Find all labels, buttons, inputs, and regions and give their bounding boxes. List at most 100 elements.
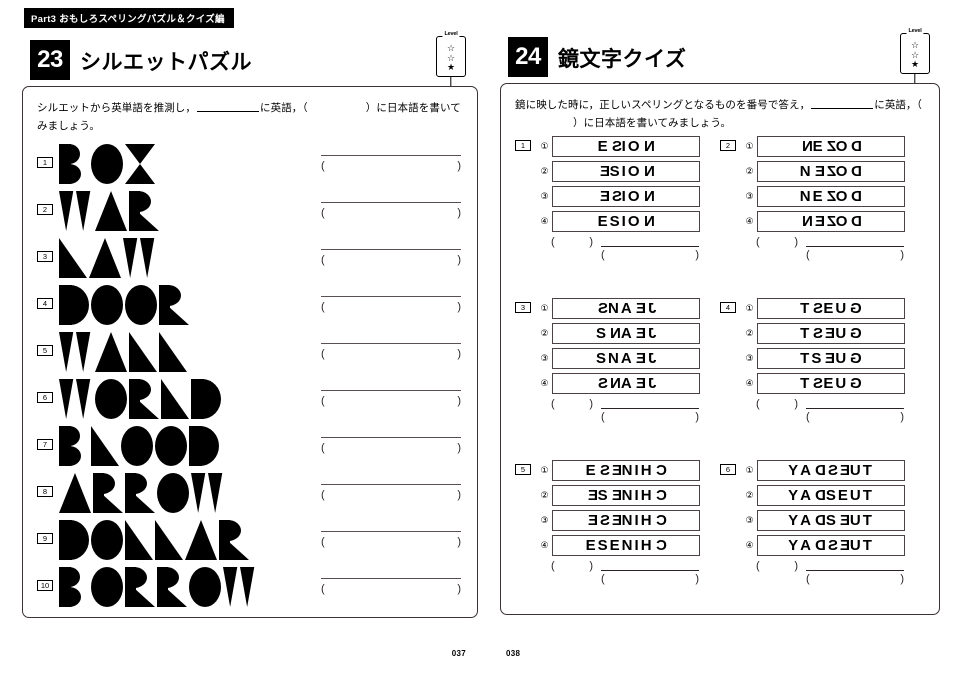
mirror-text-box[interactable]: ESION bbox=[552, 161, 700, 182]
japanese-answer-parens[interactable]: ( ) bbox=[321, 489, 461, 501]
english-answer-line[interactable] bbox=[321, 342, 461, 344]
option-row[interactable]: ② ESENIHC bbox=[537, 485, 718, 506]
option-row[interactable]: ② NEZOD bbox=[742, 161, 923, 182]
english-answer-line[interactable] bbox=[601, 237, 699, 247]
mirror-text-box[interactable]: ESION bbox=[552, 186, 700, 207]
japanese-answer-parens[interactable]: ( ) bbox=[321, 348, 461, 360]
option-row[interactable]: ① SNAEJ bbox=[537, 298, 718, 319]
paren-close: ) bbox=[900, 411, 904, 423]
japanese-answer-parens[interactable]: ( ) bbox=[601, 573, 699, 585]
mirror-text-box[interactable]: YADSEUT bbox=[757, 485, 905, 506]
mirror-text-box[interactable]: TSEUG bbox=[757, 348, 905, 369]
option-row[interactable]: ③ TSEUG bbox=[742, 348, 923, 369]
option-row[interactable]: ④ SNAEJ bbox=[537, 373, 718, 394]
option-row[interactable]: ④ TSEUG bbox=[742, 373, 923, 394]
japanese-answer-parens[interactable]: ( ) bbox=[806, 249, 904, 261]
english-answer-line[interactable] bbox=[321, 577, 461, 579]
english-answer-line[interactable] bbox=[601, 399, 699, 409]
japanese-answer-parens[interactable]: ( ) bbox=[806, 573, 904, 585]
option-number: ① bbox=[540, 465, 549, 475]
english-answer-line[interactable] bbox=[806, 561, 904, 571]
mirror-text-box[interactable]: SNAEJ bbox=[552, 373, 700, 394]
selection-parens[interactable]: ( ) bbox=[551, 236, 593, 248]
mirror-text-box[interactable]: ESENIHC bbox=[552, 460, 700, 481]
mirror-text-box[interactable]: SNAEJ bbox=[552, 323, 700, 344]
english-answer-line[interactable] bbox=[806, 399, 904, 409]
selection-parens[interactable]: ( ) bbox=[551, 398, 593, 410]
option-row[interactable]: ④ NEZOD bbox=[742, 211, 923, 232]
problem-number: 4 bbox=[37, 298, 53, 309]
silhouette-word-war bbox=[59, 189, 317, 231]
mirror-text-box[interactable]: TSEUG bbox=[757, 298, 905, 319]
english-answer-line[interactable] bbox=[321, 530, 461, 532]
mirror-text-box[interactable]: ESION bbox=[552, 211, 700, 232]
mirror-text-box[interactable]: ESENIHC bbox=[552, 485, 700, 506]
option-row[interactable]: ③ ESENIHC bbox=[537, 510, 718, 531]
option-row[interactable]: ③ ESION bbox=[537, 186, 718, 207]
option-row[interactable]: ③ YADSEUT bbox=[742, 510, 923, 531]
english-answer-line[interactable] bbox=[321, 389, 461, 391]
mirror-text-box[interactable]: ESENIHC bbox=[552, 510, 700, 531]
silhouette-row: 6 ( ) bbox=[37, 374, 463, 421]
japanese-answer-parens[interactable]: ( ) bbox=[601, 249, 699, 261]
selection-parens[interactable]: ( ) bbox=[551, 560, 593, 572]
english-answer-line[interactable] bbox=[321, 295, 461, 297]
option-row[interactable]: ② TSEUG bbox=[742, 323, 923, 344]
option-row[interactable]: ④ ESION bbox=[537, 211, 718, 232]
mirror-text-box[interactable]: SNAEJ bbox=[552, 348, 700, 369]
japanese-answer-parens[interactable]: ( ) bbox=[806, 411, 904, 423]
option-row[interactable]: ② YADSEUT bbox=[742, 485, 923, 506]
silhouette-glyph-L bbox=[155, 519, 183, 560]
mirror-letter-Z: Z bbox=[824, 212, 836, 230]
mirror-text-box[interactable]: NEZOD bbox=[757, 211, 905, 232]
japanese-answer-parens[interactable]: ( ) bbox=[321, 207, 461, 219]
option-row[interactable]: ① ESION bbox=[537, 136, 718, 157]
japanese-answer-parens[interactable]: ( ) bbox=[321, 583, 461, 595]
english-answer-line[interactable] bbox=[321, 248, 461, 250]
mirror-text-box[interactable]: NEZOD bbox=[757, 161, 905, 182]
mirror-letter-U: U bbox=[849, 511, 863, 529]
silhouette-glyph-R bbox=[129, 190, 159, 231]
english-answer-line[interactable] bbox=[601, 561, 699, 571]
japanese-answer-parens[interactable]: ( ) bbox=[321, 536, 461, 548]
mirror-text-box[interactable]: ESION bbox=[552, 136, 700, 157]
option-row[interactable]: ② ESION bbox=[537, 161, 718, 182]
option-row[interactable]: ② SNAEJ bbox=[537, 323, 718, 344]
silhouette-glyph-L bbox=[129, 331, 157, 372]
english-answer-line[interactable] bbox=[806, 237, 904, 247]
japanese-answer-parens[interactable]: ( ) bbox=[321, 160, 461, 172]
mirror-text-box[interactable]: YADSEUT bbox=[757, 460, 905, 481]
option-row[interactable]: ③ SNAEJ bbox=[537, 348, 718, 369]
option-row[interactable]: ④ ESENIHC bbox=[537, 535, 718, 556]
option-row[interactable]: ① TSEUG bbox=[742, 298, 923, 319]
english-answer-line[interactable] bbox=[321, 436, 461, 438]
mirror-text-box[interactable]: YADSEUT bbox=[757, 510, 905, 531]
japanese-answer-parens[interactable]: ( ) bbox=[321, 442, 461, 454]
japanese-answer-parens[interactable]: ( ) bbox=[601, 411, 699, 423]
selection-parens[interactable]: ( ) bbox=[756, 560, 798, 572]
japanese-answer-row: ( ) bbox=[742, 573, 923, 585]
mirror-text-box[interactable]: NEZOD bbox=[757, 136, 905, 157]
japanese-answer-parens[interactable]: ( ) bbox=[321, 254, 461, 266]
japanese-answer-parens[interactable]: ( ) bbox=[321, 301, 461, 313]
mirror-text-box[interactable]: NEZOD bbox=[757, 186, 905, 207]
mirror-text-box[interactable]: YADSEUT bbox=[757, 535, 905, 556]
mirror-text-box[interactable]: TSEUG bbox=[757, 373, 905, 394]
option-row[interactable]: ① ESENIHC bbox=[537, 460, 718, 481]
problem-number: 10 bbox=[37, 580, 53, 591]
option-row[interactable]: ① YADSEUT bbox=[742, 460, 923, 481]
mirror-text-box[interactable]: ESENIHC bbox=[552, 535, 700, 556]
option-row[interactable]: ① NEZOD bbox=[742, 136, 923, 157]
option-row[interactable]: ③ NEZOD bbox=[742, 186, 923, 207]
option-row[interactable]: ④ YADSEUT bbox=[742, 535, 923, 556]
selection-parens[interactable]: ( ) bbox=[756, 398, 798, 410]
english-answer-line[interactable] bbox=[321, 483, 461, 485]
english-answer-line[interactable] bbox=[321, 201, 461, 203]
mirror-text-box[interactable]: TSEUG bbox=[757, 323, 905, 344]
mirror-text-box[interactable]: SNAEJ bbox=[552, 298, 700, 319]
paren-close: ) bbox=[589, 398, 593, 410]
japanese-answer-parens[interactable]: ( ) bbox=[321, 395, 461, 407]
option-number: ③ bbox=[745, 515, 754, 525]
selection-parens[interactable]: ( ) bbox=[756, 236, 798, 248]
english-answer-line[interactable] bbox=[321, 154, 461, 156]
